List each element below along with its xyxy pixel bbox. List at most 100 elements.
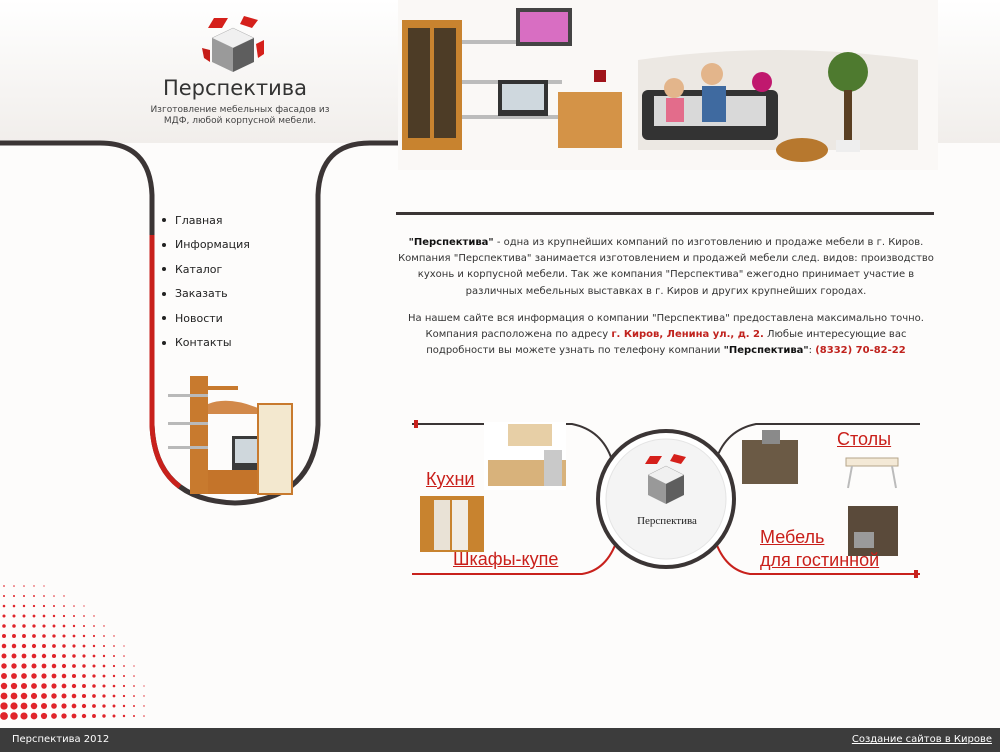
dot: [102, 694, 106, 698]
site-title[interactable]: Перспектива: [130, 76, 340, 100]
nav-label[interactable]: Информация: [175, 238, 250, 251]
dot: [33, 585, 35, 587]
dot: [0, 712, 8, 720]
nav-label[interactable]: Новости: [175, 312, 223, 325]
dot: [1, 643, 7, 649]
dot: [83, 605, 85, 607]
bullet-icon: [162, 316, 166, 321]
dot: [71, 703, 77, 709]
nav-item-contacts[interactable]: Контакты: [162, 331, 250, 356]
nav-label[interactable]: Контакты: [175, 336, 232, 349]
dot: [112, 694, 116, 698]
dot: [62, 644, 66, 648]
phone-number: (8332) 70-82-22: [815, 345, 906, 357]
dot: [51, 713, 57, 719]
dot: [43, 585, 45, 587]
brand-quote: "Перспектива": [408, 237, 494, 248]
dot: [42, 604, 46, 608]
category-kitchens-link[interactable]: Кухни: [426, 469, 474, 489]
dot: [51, 663, 57, 669]
dot: [61, 683, 67, 689]
dot: [62, 624, 66, 628]
dot: [10, 682, 18, 690]
banner-logo-label[interactable]: Перспектива: [620, 515, 714, 527]
category-wardrobes-link[interactable]: Шкафы-купе: [453, 549, 558, 569]
footer-credit-link[interactable]: Создание сайтов в Кирове: [852, 734, 992, 745]
dot: [71, 683, 77, 689]
dot: [113, 655, 115, 657]
dot: [61, 713, 67, 719]
dot: [103, 625, 105, 627]
nav-item-home[interactable]: Главная: [162, 208, 250, 233]
bullet-icon: [162, 267, 166, 272]
dot: [52, 634, 56, 638]
bullet-icon: [162, 340, 166, 345]
dot: [2, 624, 6, 628]
dot: [30, 712, 38, 720]
dot: [32, 604, 36, 608]
intro-paragraph-2: На нашем сайте вся информация о компании…: [396, 311, 936, 360]
dot: [82, 684, 86, 688]
dot: [112, 704, 116, 708]
nav-label[interactable]: Каталог: [175, 263, 222, 276]
dot: [32, 624, 36, 628]
dot: [20, 712, 28, 720]
nav-item-order[interactable]: Заказать: [162, 282, 250, 307]
dot: [52, 614, 56, 618]
main-nav: Главная Информация Каталог Заказать Ново…: [162, 208, 250, 355]
category-living-line2-link[interactable]: для гостинной: [760, 550, 879, 570]
address-text: г. Киров, Ленина ул., д. 2.: [611, 329, 764, 341]
hero-image: [398, 0, 938, 170]
dot: [2, 614, 6, 618]
dot: [41, 653, 47, 659]
category-tables-link[interactable]: Столы: [837, 429, 891, 449]
dot: [82, 674, 86, 678]
nav-item-info[interactable]: Информация: [162, 233, 250, 258]
dot: [92, 704, 96, 708]
dot: [22, 594, 26, 598]
site-tagline: Изготовление мебельных фасадов из МДФ, л…: [150, 105, 330, 126]
dot: [133, 705, 135, 707]
dot: [42, 634, 46, 638]
dot: [133, 685, 135, 687]
dot: [72, 664, 76, 668]
dot: [31, 673, 37, 679]
bullet-icon: [162, 218, 166, 223]
nav-item-catalog[interactable]: Каталог: [162, 257, 250, 282]
dot: [113, 635, 115, 637]
dot: [13, 585, 15, 587]
dot: [123, 675, 125, 677]
dot: [63, 595, 65, 597]
dot: [30, 692, 38, 700]
dot: [31, 663, 37, 669]
dot: [12, 614, 16, 618]
dot: [112, 664, 116, 668]
nav-label[interactable]: Заказать: [175, 287, 228, 300]
dot: [82, 634, 86, 638]
dot: [133, 675, 135, 677]
dot: [41, 683, 47, 689]
decorative-dots: [0, 585, 145, 720]
dot: [0, 692, 8, 700]
nav-label[interactable]: Главная: [175, 214, 223, 227]
wall-unit-image: [168, 376, 293, 495]
dot: [52, 644, 56, 648]
dot: [92, 654, 96, 658]
dot: [123, 645, 125, 647]
dot: [71, 693, 77, 699]
dot: [61, 673, 67, 679]
nav-item-news[interactable]: Новости: [162, 306, 250, 331]
dot: [10, 702, 18, 710]
dot: [20, 692, 28, 700]
dot: [102, 654, 106, 658]
dot: [63, 605, 65, 607]
dot: [92, 644, 96, 648]
bullet-icon: [162, 242, 166, 247]
dot: [143, 695, 145, 697]
logo-cube-icon[interactable]: [200, 14, 266, 76]
dot: [61, 693, 67, 699]
dot: [123, 665, 125, 667]
dot: [122, 704, 126, 708]
dot: [32, 614, 36, 618]
category-living-line1-link[interactable]: Мебель: [760, 527, 824, 547]
